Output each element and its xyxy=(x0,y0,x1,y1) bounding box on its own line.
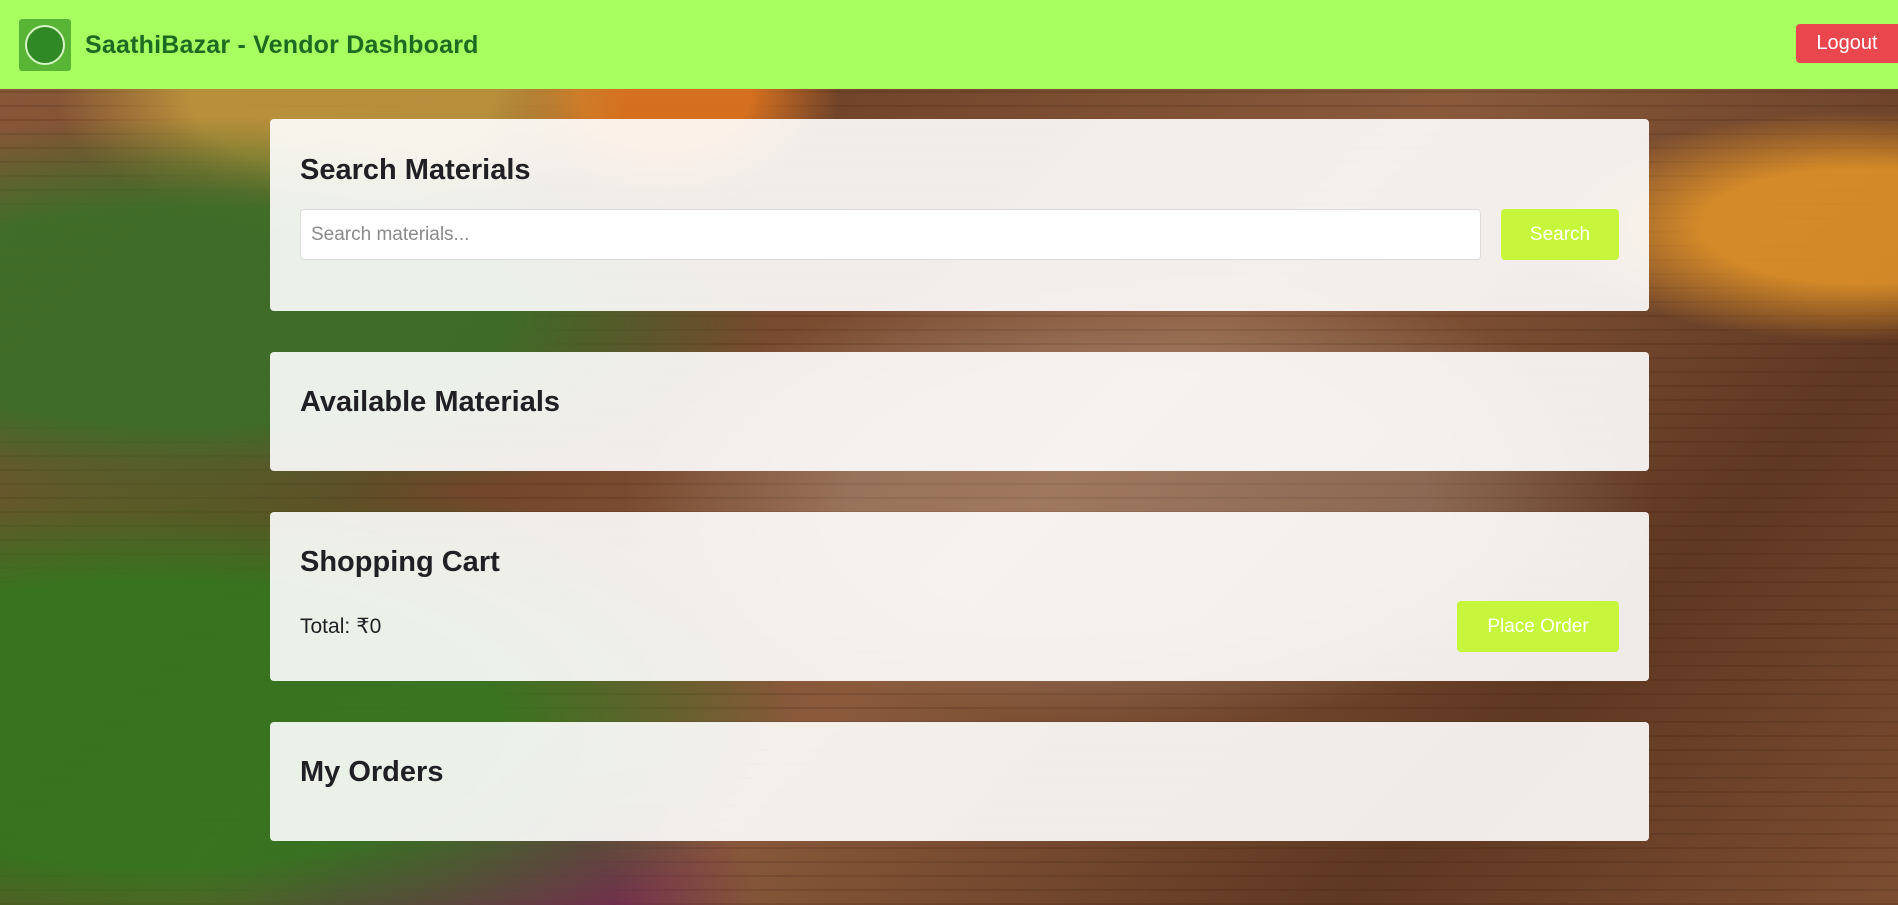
my-orders-card: My Orders xyxy=(270,722,1649,841)
logout-button[interactable]: Logout xyxy=(1796,24,1898,63)
search-materials-card: Search Materials Search xyxy=(270,119,1649,311)
cart-total-value: ₹0 xyxy=(356,615,382,638)
saathibazar-logo xyxy=(19,19,71,71)
shopping-cart-heading: Shopping Cart xyxy=(300,546,500,578)
logo-emblem-icon xyxy=(25,25,65,65)
place-order-button[interactable]: Place Order xyxy=(1457,601,1619,652)
cart-total-label: Total: xyxy=(300,615,351,638)
available-materials-heading: Available Materials xyxy=(300,386,561,418)
cart-total: Total: ₹0 xyxy=(300,615,381,639)
top-navbar: SaathiBazar - Vendor Dashboard Logout xyxy=(0,0,1898,89)
search-input[interactable] xyxy=(300,209,1481,260)
search-materials-heading: Search Materials xyxy=(300,154,531,186)
search-button[interactable]: Search xyxy=(1501,209,1619,260)
my-orders-heading: My Orders xyxy=(300,756,444,788)
shopping-cart-card: Shopping Cart Total: ₹0 Place Order xyxy=(270,512,1649,681)
app-title: SaathiBazar - Vendor Dashboard xyxy=(85,31,479,59)
available-materials-card: Available Materials xyxy=(270,352,1649,471)
